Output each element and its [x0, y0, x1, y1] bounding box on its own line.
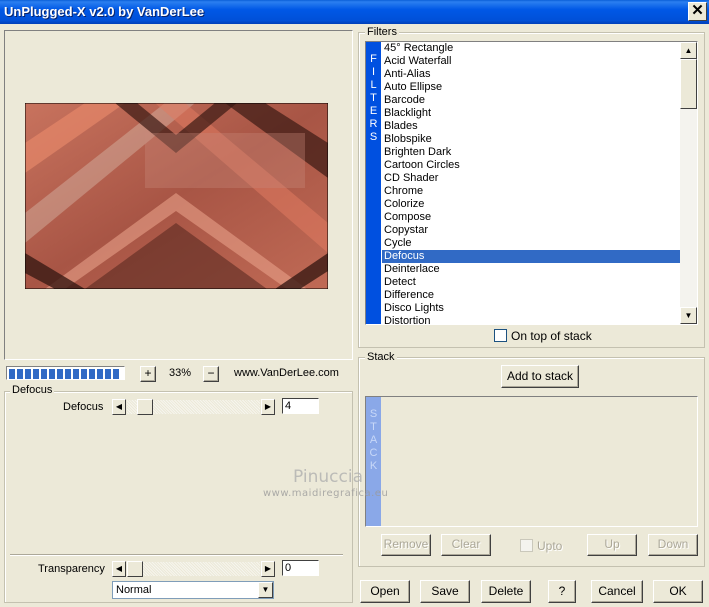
filter-list-item[interactable]: Deinterlace: [382, 263, 680, 276]
filters-scrollbar[interactable]: ▲ ▼: [680, 42, 697, 324]
filter-list-item[interactable]: Chrome: [382, 185, 680, 198]
transparency-left-arrow[interactable]: ◀: [112, 561, 126, 577]
filter-list-item[interactable]: 45° Rectangle: [382, 42, 680, 55]
save-button[interactable]: Save: [420, 580, 470, 603]
filters-vertical-text: FILTERS: [369, 53, 378, 143]
transparency-slider-thumb[interactable]: [127, 561, 143, 577]
dropdown-arrow-icon[interactable]: ▼: [258, 582, 273, 598]
filters-list[interactable]: 45° Rectangle Acid Waterfall Anti-Alias Aut…: [382, 42, 680, 324]
defocus-left-arrow[interactable]: ◀: [112, 399, 126, 415]
defocus-right-arrow[interactable]: ▶: [261, 399, 275, 415]
zoom-level: 33%: [168, 367, 192, 379]
scroll-up-button[interactable]: ▲: [680, 42, 697, 59]
filter-list-item[interactable]: Blobspike: [382, 133, 680, 146]
transparency-right-arrow[interactable]: ▶: [261, 561, 275, 577]
filter-list-item[interactable]: Auto Ellipse: [382, 81, 680, 94]
progress-segment: [113, 369, 119, 379]
progress-segment: [9, 369, 15, 379]
window-title: UnPlugged-X v2.0 by VanDerLee: [4, 4, 205, 19]
transparency-value-field[interactable]: 0: [282, 560, 319, 576]
filter-list-item[interactable]: Detect: [382, 276, 680, 289]
transparency-slider[interactable]: [127, 562, 260, 576]
progress-bar: [6, 366, 125, 380]
watermark-name: Pinuccia: [293, 467, 363, 487]
delete-button[interactable]: Delete: [481, 580, 531, 603]
filter-list-item[interactable]: Acid Waterfall: [382, 55, 680, 68]
preview-panel: [4, 30, 353, 360]
progress-segment: [17, 369, 23, 379]
filters-side-label: FILTERS: [366, 42, 381, 324]
remove-button[interactable]: Remove: [381, 534, 431, 556]
filters-group-label: Filters: [365, 26, 399, 38]
zoom-in-button[interactable]: +: [140, 366, 156, 382]
close-icon: ✕: [691, 2, 704, 19]
filter-list-item[interactable]: Barcode: [382, 94, 680, 107]
stack-group-label: Stack: [365, 351, 397, 363]
filter-list-item[interactable]: Blacklight: [382, 107, 680, 120]
filter-list-item[interactable]: Compose: [382, 211, 680, 224]
blend-mode-select[interactable]: Normal ▼: [112, 581, 274, 599]
watermark-url: www.maidiregrafica.eu: [263, 488, 389, 499]
progress-segment: [89, 369, 95, 379]
ok-button[interactable]: OK: [653, 580, 703, 603]
defocus-label: Defocus: [63, 401, 104, 413]
params-group-label: Defocus: [10, 384, 55, 396]
cancel-button[interactable]: Cancel: [591, 580, 643, 603]
filter-list-item[interactable]: Brighten Dark: [382, 146, 680, 159]
progress-segment: [97, 369, 103, 379]
filter-list-item[interactable]: Copystar: [382, 224, 680, 237]
filter-list-item[interactable]: Anti-Alias: [382, 68, 680, 81]
filter-list-item[interactable]: Cycle: [382, 237, 680, 250]
filter-list-item[interactable]: Blades: [382, 120, 680, 133]
title-bar[interactable]: UnPlugged-X v2.0 by VanDerLee ✕: [0, 0, 709, 24]
website-link[interactable]: www.VanDerLee.com: [234, 367, 339, 379]
filter-list-item[interactable]: CD Shader: [382, 172, 680, 185]
on-top-checkbox[interactable]: [494, 329, 507, 342]
zoom-out-button[interactable]: −: [203, 366, 219, 382]
stack-list[interactable]: [365, 396, 698, 527]
filter-list-item[interactable]: Disco Lights: [382, 302, 680, 315]
up-button[interactable]: Up: [587, 534, 637, 556]
open-button[interactable]: Open: [360, 580, 410, 603]
progress-segment: [65, 369, 71, 379]
progress-segment: [33, 369, 39, 379]
stack-side-label: STACK: [366, 397, 381, 526]
progress-segment: [73, 369, 79, 379]
clear-button[interactable]: Clear: [441, 534, 491, 556]
filter-list-item[interactable]: Defocus: [382, 250, 680, 263]
params-separator: [10, 554, 343, 556]
filter-list-item[interactable]: Difference: [382, 289, 680, 302]
upto-checkbox[interactable]: [520, 539, 533, 552]
progress-segment: [25, 369, 31, 379]
progress-segment: [49, 369, 55, 379]
on-top-label[interactable]: On top of stack: [511, 329, 592, 343]
preview-image: [25, 103, 328, 289]
defocus-value-field[interactable]: 4: [282, 398, 319, 414]
progress-segment: [57, 369, 63, 379]
close-button[interactable]: ✕: [688, 2, 707, 21]
blend-mode-value: Normal: [116, 584, 152, 596]
progress-segment: [41, 369, 47, 379]
stack-vertical-text: STACK: [369, 408, 378, 472]
scroll-thumb[interactable]: [680, 59, 697, 109]
upto-label[interactable]: Upto: [537, 539, 562, 553]
help-button[interactable]: ?: [548, 580, 576, 603]
progress-segment: [81, 369, 87, 379]
progress-segment: [105, 369, 111, 379]
down-button[interactable]: Down: [648, 534, 698, 556]
defocus-slider-thumb[interactable]: [137, 399, 153, 415]
transparency-label: Transparency: [38, 563, 105, 575]
add-to-stack-button[interactable]: Add to stack: [501, 365, 579, 388]
filter-list-item[interactable]: Cartoon Circles: [382, 159, 680, 172]
filter-list-item[interactable]: Colorize: [382, 198, 680, 211]
scroll-down-button[interactable]: ▼: [680, 307, 697, 324]
filter-list-item[interactable]: Distortion: [382, 315, 680, 324]
